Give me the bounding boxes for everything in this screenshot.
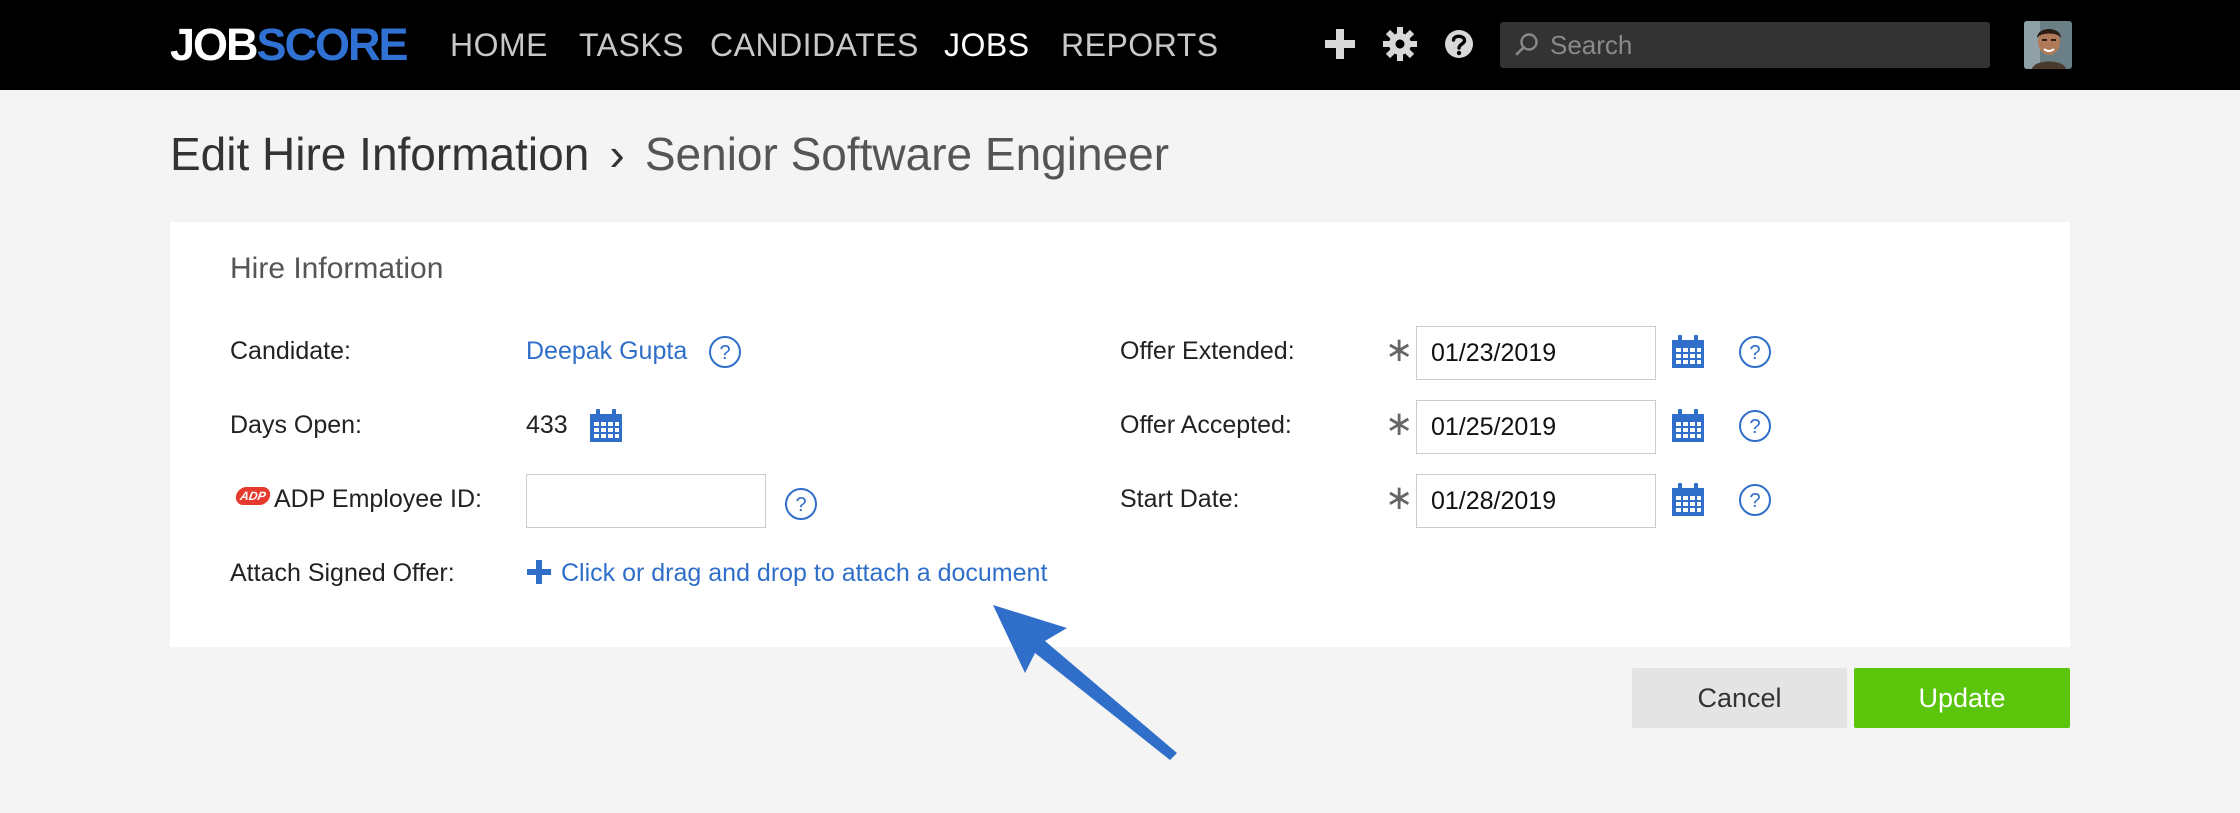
offer-accepted-calendar-icon[interactable] — [1670, 408, 1706, 444]
logo-job: JOB — [170, 19, 259, 70]
start-date-required: ∗ — [1385, 479, 1414, 517]
plus-icon[interactable] — [1320, 24, 1360, 64]
attach-document-link[interactable]: Click or drag and drop to attach a docum… — [561, 559, 1047, 588]
attach-plus-icon[interactable] — [526, 559, 552, 585]
nav-jobs[interactable]: JOBS — [944, 22, 1030, 68]
adp-help-icon[interactable]: ? — [784, 487, 818, 521]
hire-information-card: Hire Information Candidate: Deepak Gupta… — [170, 222, 2070, 647]
start-date-help-icon[interactable]: ? — [1738, 483, 1772, 517]
offer-accepted-label: Offer Accepted: — [1120, 411, 1292, 439]
start-date-input[interactable] — [1416, 474, 1656, 528]
job-name: Senior Software Engineer — [644, 128, 1170, 180]
search-input[interactable] — [1550, 22, 1980, 68]
svg-text:?: ? — [1749, 342, 1760, 364]
start-date-label: Start Date: — [1120, 485, 1240, 513]
offer-extended-required: ∗ — [1385, 331, 1414, 369]
help-icon[interactable] — [1439, 24, 1479, 64]
offer-extended-calendar-icon[interactable] — [1670, 334, 1706, 370]
days-open-value: 433 — [526, 411, 568, 439]
nav-tasks[interactable]: TASKS — [579, 22, 684, 68]
offer-accepted-input[interactable] — [1416, 400, 1656, 454]
candidate-link[interactable]: Deepak Gupta — [526, 337, 687, 366]
days-open-calendar-icon[interactable] — [588, 408, 624, 444]
top-navbar: JOBSCORE HOME TASKS CANDIDATES JOBS REPO… — [0, 0, 2240, 90]
adp-employee-id-label: ADP Employee ID: — [274, 485, 482, 513]
nav-home[interactable]: HOME — [450, 22, 548, 68]
search-icon — [1515, 33, 1538, 56]
svg-text:?: ? — [795, 494, 806, 516]
breadcrumb-separator: › — [609, 128, 625, 180]
cancel-button[interactable]: Cancel — [1632, 668, 1847, 728]
attach-signed-offer-label: Attach Signed Offer: — [230, 559, 455, 587]
offer-accepted-help-icon[interactable]: ? — [1738, 409, 1772, 443]
offer-extended-help-icon[interactable]: ? — [1738, 335, 1772, 369]
candidate-help-icon[interactable]: ? — [708, 335, 742, 369]
nav-reports[interactable]: REPORTS — [1061, 22, 1219, 68]
logo-score: SCORE — [256, 19, 409, 70]
search-box[interactable] — [1500, 22, 1990, 68]
offer-extended-input[interactable] — [1416, 326, 1656, 380]
adp-employee-id-input[interactable] — [526, 474, 766, 528]
section-title: Hire Information — [230, 252, 444, 285]
update-button[interactable]: Update — [1854, 668, 2070, 728]
page-title-text: Edit Hire Information — [170, 128, 590, 180]
svg-text:?: ? — [719, 342, 730, 364]
offer-extended-label: Offer Extended: — [1120, 337, 1295, 365]
days-open-label: Days Open: — [230, 411, 363, 439]
adp-logo: ADP — [234, 487, 272, 505]
jobscore-logo[interactable]: JOBSCORE — [170, 18, 409, 72]
annotation-arrow-icon — [993, 605, 1177, 760]
candidate-label: Candidate: — [230, 337, 351, 365]
offer-accepted-required: ∗ — [1385, 405, 1414, 443]
svg-text:?: ? — [1749, 490, 1760, 512]
start-date-calendar-icon[interactable] — [1670, 482, 1706, 518]
user-avatar[interactable] — [2024, 21, 2072, 69]
nav-candidates[interactable]: CANDIDATES — [710, 22, 919, 68]
gear-icon[interactable] — [1380, 24, 1420, 64]
page-title: Edit Hire Information › Senior Software … — [170, 124, 1169, 184]
svg-text:?: ? — [1749, 416, 1760, 438]
